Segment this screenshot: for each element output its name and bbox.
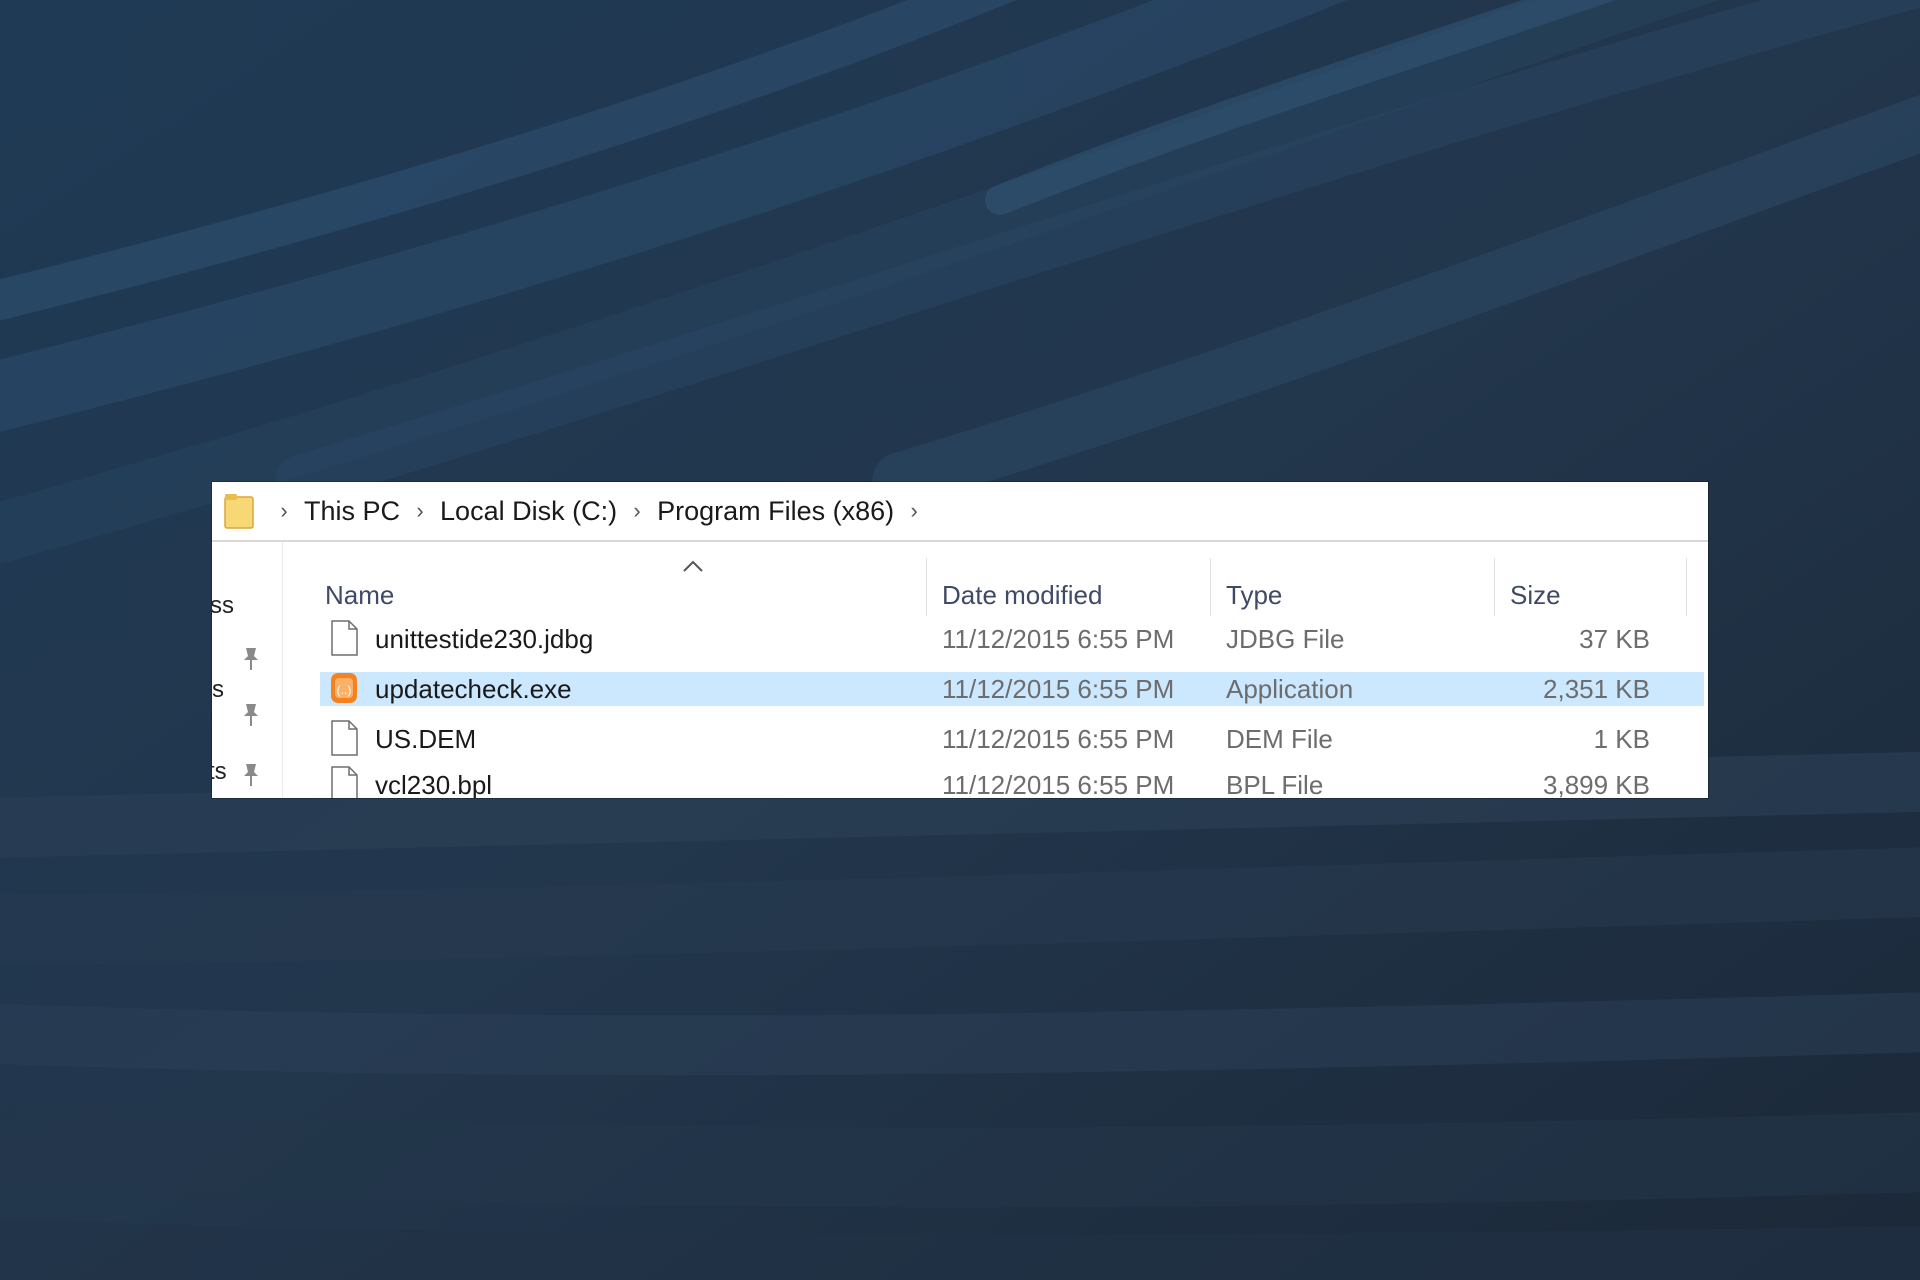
nav-item-fragment[interactable]: ts (212, 758, 227, 786)
column-header-date[interactable]: Date modified (942, 580, 1102, 611)
file-date: 11/12/2015 6:55 PM (942, 674, 1175, 704)
file-size: 2,351 KB (1543, 674, 1650, 704)
table-row[interactable]: vcl230.bpl 11/12/2015 6:55 PM BPL File 3… (282, 766, 1708, 798)
nav-item-fragment[interactable]: ss (212, 592, 234, 620)
chevron-right-icon: › (280, 498, 288, 523)
file-name: updatecheck.exe (375, 674, 572, 704)
file-name: vcl230.bpl (375, 770, 493, 798)
table-row[interactable]: US.DEM 11/12/2015 6:55 PM DEM File 1 KB (282, 720, 1708, 756)
navigation-pane: ss s ts (212, 542, 283, 798)
file-type: JDBG File (1226, 624, 1345, 654)
file-date: 11/12/2015 6:55 PM (942, 770, 1175, 798)
pin-icon[interactable] (240, 646, 262, 672)
file-date: 11/12/2015 6:55 PM (942, 724, 1175, 754)
table-row-selected[interactable]: (..) updatecheck.exe 11/12/2015 6:55 PM … (282, 672, 1708, 706)
column-divider[interactable] (1494, 558, 1495, 616)
chevron-right-icon[interactable]: › (400, 498, 440, 524)
generic-file-icon (331, 720, 358, 756)
pin-icon[interactable] (240, 762, 262, 788)
file-name: unittestide230.jdbg (375, 624, 594, 654)
file-type: Application (1226, 674, 1354, 704)
sort-ascending-icon (683, 560, 703, 572)
column-divider[interactable] (1686, 558, 1687, 616)
file-date: 11/12/2015 6:55 PM (942, 624, 1175, 654)
chevron-right-icon[interactable]: › (894, 498, 934, 524)
nav-item-fragment[interactable]: s (212, 676, 224, 704)
breadcrumb-local-disk[interactable]: Local Disk (C:) (440, 496, 617, 527)
breadcrumb-this-pc[interactable]: This PC (304, 496, 400, 527)
file-size: 1 KB (1593, 724, 1650, 754)
orange-app-icon: (..) (331, 673, 357, 703)
file-explorer-window: › This PC › Local Disk (C:) › Program Fi… (212, 482, 1708, 798)
column-header-size[interactable]: Size (1510, 580, 1561, 611)
file-type: DEM File (1226, 724, 1333, 754)
file-name: US.DEM (375, 724, 477, 754)
file-size: 37 KB (1579, 624, 1650, 654)
generic-file-icon (331, 766, 358, 798)
file-size: 3,899 KB (1543, 770, 1650, 798)
table-row[interactable]: unittestide230.jdbg 11/12/2015 6:55 PM J… (282, 620, 1708, 656)
generic-file-icon (331, 620, 358, 656)
file-type: BPL File (1226, 770, 1324, 798)
svg-text:(..): (..) (337, 683, 352, 697)
column-divider[interactable] (926, 558, 927, 616)
breadcrumb-program-files[interactable]: Program Files (x86) (657, 496, 894, 527)
column-header-row: Name Date modified Type Size (282, 558, 1708, 618)
chevron-right-icon[interactable]: › (617, 498, 657, 524)
column-header-type[interactable]: Type (1226, 580, 1282, 611)
address-bar[interactable]: › This PC › Local Disk (C:) › Program Fi… (212, 482, 1708, 542)
column-header-name[interactable]: Name (325, 580, 394, 611)
pin-icon[interactable] (240, 702, 262, 728)
column-divider[interactable] (1210, 558, 1211, 616)
folder-icon (224, 494, 254, 529)
